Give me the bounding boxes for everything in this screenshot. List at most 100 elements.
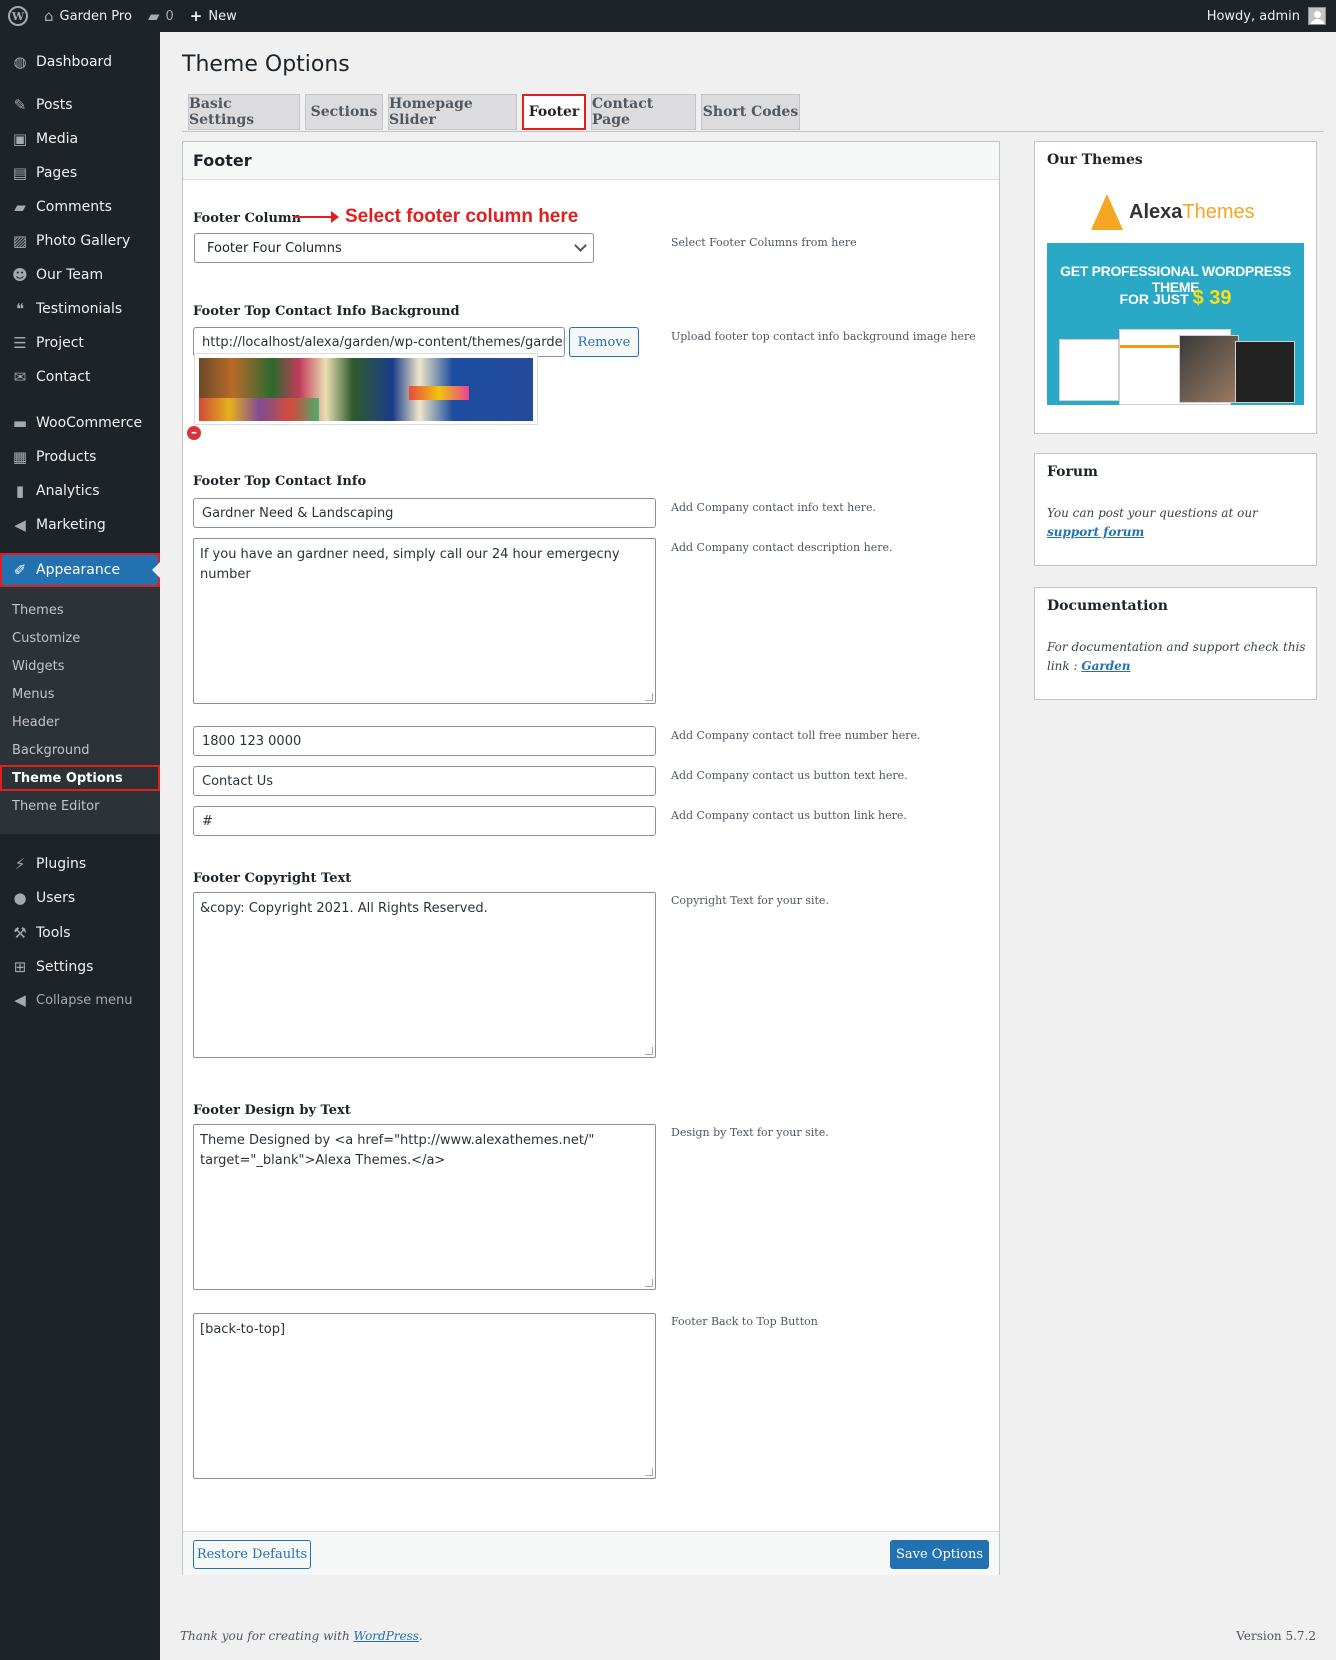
- resize-handle-icon[interactable]: [645, 693, 653, 701]
- brush-icon: ✐: [13, 561, 27, 579]
- our-themes-widget: Our Themes Alexa Themes GET PROFESSIONAL …: [1034, 141, 1317, 434]
- menu-products[interactable]: ▦ Products: [0, 440, 160, 474]
- resize-handle-icon[interactable]: [645, 1279, 653, 1287]
- menu-label: Contact: [36, 369, 91, 385]
- menu-appearance[interactable]: ✐ Appearance: [0, 553, 160, 587]
- submenu-theme-options[interactable]: Theme Options: [0, 765, 160, 791]
- toll-free-input[interactable]: 1800 123 0000: [193, 726, 656, 756]
- site-name-link[interactable]: ⌂ Garden Pro: [36, 0, 140, 32]
- menu-analytics[interactable]: ▮ Analytics: [0, 474, 160, 508]
- tab-contact-page[interactable]: Contact Page: [591, 94, 696, 130]
- design-by-label: Footer Design by Text: [193, 1103, 351, 1118]
- resize-handle-icon[interactable]: [645, 1047, 653, 1055]
- thanks-end: .: [418, 1629, 423, 1643]
- submenu-menus[interactable]: Menus: [0, 681, 160, 707]
- menu-media[interactable]: ▣ Media: [0, 122, 160, 156]
- new-label: New: [208, 8, 237, 24]
- plus-icon: +: [189, 7, 203, 25]
- tab-short-codes[interactable]: Short Codes: [701, 94, 800, 130]
- theme-screenshot: [1235, 341, 1295, 403]
- collapse-menu-button[interactable]: ◀ Collapse menu: [0, 983, 160, 1017]
- gallery-icon: ▨: [12, 232, 28, 250]
- menu-contact[interactable]: ✉ Contact: [0, 360, 160, 394]
- promo-banner[interactable]: GET PROFESSIONAL WORDPRESS THEME FOR JUS…: [1047, 243, 1304, 405]
- remove-image-button[interactable]: Remove: [569, 327, 639, 357]
- menu-our-team[interactable]: ☻ Our Team: [0, 258, 160, 292]
- restore-defaults-button[interactable]: Restore Defaults: [193, 1540, 311, 1569]
- support-forum-link[interactable]: support forum: [1047, 525, 1144, 539]
- alexa-themes-logo[interactable]: Alexa Themes: [1091, 194, 1255, 230]
- menu-users[interactable]: ● Users: [0, 881, 160, 915]
- tab-sections[interactable]: Sections: [305, 94, 383, 130]
- menu-label: Photo Gallery: [36, 233, 131, 249]
- copyright-textarea[interactable]: &copy: Copyright 2021. All Rights Reserv…: [193, 892, 656, 1058]
- wordpress-logo-menu[interactable]: W: [0, 0, 36, 32]
- comments-count: 0: [165, 8, 174, 24]
- bar-chart-icon: ▮: [15, 482, 25, 500]
- main-content: Theme Options Basic Settings Sections Ho…: [160, 32, 1336, 1660]
- contact-description-textarea[interactable]: If you have an gardner need, simply call…: [193, 538, 656, 704]
- submenu-customize[interactable]: Customize: [0, 625, 160, 651]
- menu-label: Testimonials: [36, 301, 123, 317]
- button-text-help: Add Company contact us button text here.: [671, 769, 908, 782]
- forum-text: You can post your questions at our suppo…: [1047, 504, 1309, 542]
- resize-handle-icon[interactable]: [645, 1468, 653, 1476]
- menu-project[interactable]: ☰ Project: [0, 326, 160, 360]
- plugin-icon: ⚡: [14, 855, 26, 873]
- design-by-text: Theme Designed by <a href="http://www.al…: [200, 1133, 595, 1168]
- submenu-themes[interactable]: Themes: [0, 597, 160, 623]
- menu-label: Products: [36, 449, 97, 465]
- design-by-textarea[interactable]: Theme Designed by <a href="http://www.al…: [193, 1124, 656, 1290]
- annotation-callout: Select footer column here: [293, 206, 578, 228]
- quote-icon: ❝: [15, 300, 25, 318]
- bg-label: Footer Top Contact Info Background: [193, 304, 460, 319]
- arrow-right-icon: [293, 211, 339, 223]
- remove-circle-icon[interactable]: –: [187, 426, 201, 440]
- comments-link[interactable]: ▰ 0: [140, 0, 182, 32]
- menu-dashboard[interactable]: ◍ Dashboard: [0, 45, 160, 79]
- back-to-top-textarea[interactable]: [back-to-top]: [193, 1313, 656, 1479]
- copyright-help: Copyright Text for your site.: [671, 894, 829, 907]
- menu-label: Users: [36, 890, 76, 906]
- footer-column-select[interactable]: Footer Four Columns: [194, 233, 594, 263]
- menu-comments[interactable]: ▰ Comments: [0, 190, 160, 224]
- version-text: Version 5.7.2: [1236, 1629, 1316, 1643]
- button-text-input[interactable]: Contact Us: [193, 766, 656, 796]
- tab-homepage-slider[interactable]: Homepage Slider: [388, 94, 517, 130]
- back-to-top-text: [back-to-top]: [200, 1322, 286, 1337]
- back-to-top-help: Footer Back to Top Button: [671, 1315, 818, 1328]
- menu-posts[interactable]: ✎ Posts: [0, 88, 160, 122]
- menu-tools[interactable]: ⚒ Tools: [0, 916, 160, 950]
- promo-for-just: FOR JUST: [1119, 291, 1189, 307]
- user-icon: ●: [13, 889, 27, 907]
- logo-text-themes: Themes: [1182, 200, 1255, 223]
- new-content-link[interactable]: + New: [182, 0, 245, 32]
- widget-title: Forum: [1047, 464, 1098, 480]
- garden-doc-link[interactable]: Garden: [1081, 659, 1130, 673]
- menu-marketing[interactable]: ◀ Marketing: [0, 508, 160, 542]
- my-account-menu[interactable]: Howdy, admin: [1207, 7, 1336, 25]
- menu-plugins[interactable]: ⚡ Plugins: [0, 847, 160, 881]
- contact-title-input[interactable]: Gardner Need & Landscaping: [193, 498, 656, 528]
- save-options-button[interactable]: Save Options: [890, 1540, 989, 1569]
- submenu-background[interactable]: Background: [0, 737, 160, 763]
- menu-photo-gallery[interactable]: ▨ Photo Gallery: [0, 224, 160, 258]
- wordpress-logo-icon: W: [8, 6, 28, 26]
- footer-column-value: Footer Four Columns: [207, 240, 342, 256]
- theme-screenshot: [1059, 339, 1119, 401]
- wrench-icon: ⚒: [13, 924, 27, 942]
- menu-settings[interactable]: ⊞ Settings: [0, 950, 160, 984]
- submenu-theme-editor[interactable]: Theme Editor: [0, 793, 160, 819]
- bg-help: Upload footer top contact info backgroun…: [671, 330, 976, 343]
- annotation-text: Select footer column here: [345, 206, 579, 227]
- menu-woocommerce[interactable]: ▬ WooCommerce: [0, 406, 160, 440]
- button-link-input[interactable]: #: [193, 806, 656, 836]
- wordpress-link[interactable]: WordPress: [354, 1629, 419, 1643]
- menu-testimonials[interactable]: ❝ Testimonials: [0, 292, 160, 326]
- submenu-header[interactable]: Header: [0, 709, 160, 735]
- submenu-widgets[interactable]: Widgets: [0, 653, 160, 679]
- options-tabs: Basic Settings Sections Homepage Slider …: [182, 94, 1324, 132]
- tab-basic-settings[interactable]: Basic Settings: [188, 94, 300, 130]
- tab-footer[interactable]: Footer: [522, 94, 586, 130]
- menu-pages[interactable]: ▤ Pages: [0, 156, 160, 190]
